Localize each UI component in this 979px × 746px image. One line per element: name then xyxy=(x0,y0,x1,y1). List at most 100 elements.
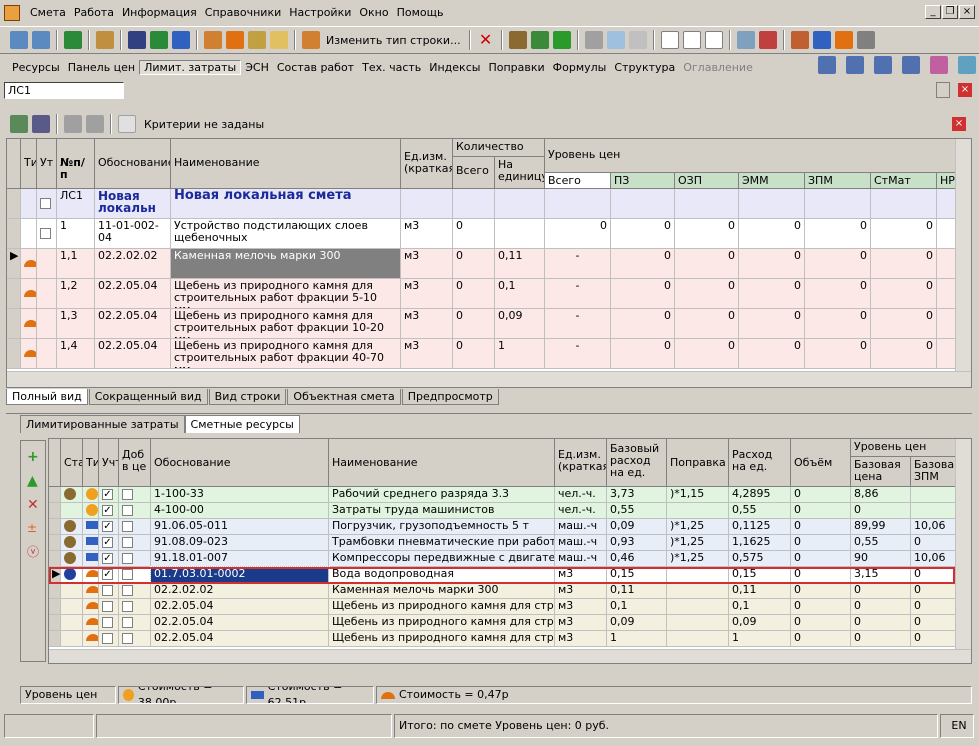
change-type-button[interactable]: Изменить тип строки... xyxy=(322,34,465,47)
row-name[interactable]: Трамбовки пневматические при работе от п xyxy=(329,535,555,551)
row-name[interactable]: Каменная мелочь марки 300 xyxy=(329,583,555,599)
sort-icon[interactable] xyxy=(902,56,920,74)
layers-icon[interactable] xyxy=(930,56,948,74)
row-include[interactable] xyxy=(99,615,119,631)
row-base-rate[interactable]: 0,93 xyxy=(607,535,667,551)
row-correction[interactable] xyxy=(667,503,729,519)
undo-icon[interactable] xyxy=(172,31,190,49)
row-name[interactable]: Рабочий среднего разряда 3.3 xyxy=(329,487,555,503)
menu-smeta[interactable]: Смета xyxy=(26,0,70,26)
row-include[interactable] xyxy=(99,631,119,647)
row-basis[interactable]: 4-100-00 xyxy=(151,503,329,519)
vertical-scrollbar[interactable] xyxy=(955,439,971,649)
save-icon[interactable] xyxy=(128,31,146,49)
close-doc-icon[interactable]: × xyxy=(958,83,972,97)
row-add-price[interactable] xyxy=(119,487,151,503)
row-name[interactable]: Щебень из природного камня для строитель xyxy=(329,599,555,615)
collapse-icon[interactable] xyxy=(32,115,50,133)
include-checkbox[interactable] xyxy=(102,616,113,628)
tab-composition[interactable]: Состав работ xyxy=(273,61,358,74)
delete-icon[interactable]: ✕ xyxy=(477,31,495,49)
row-include[interactable] xyxy=(37,279,57,309)
row-basis[interactable]: 02.2.05.04 xyxy=(95,309,171,339)
horizontal-scrollbar[interactable] xyxy=(49,649,971,663)
add-price-checkbox[interactable] xyxy=(122,600,133,612)
row-include[interactable] xyxy=(37,189,57,219)
up-arrow-icon[interactable]: ▲ xyxy=(27,473,39,489)
search-icon[interactable] xyxy=(96,31,114,49)
row-add-price[interactable] xyxy=(119,503,151,519)
add-price-checkbox[interactable] xyxy=(122,520,133,532)
row-include[interactable] xyxy=(37,249,57,279)
row-name[interactable]: Погрузчик, грузоподъемность 5 т xyxy=(329,519,555,535)
row-include[interactable] xyxy=(99,551,119,567)
row-qty-unit[interactable]: 1 xyxy=(495,339,545,369)
row-name[interactable]: Щебень из природного камня для строитель xyxy=(329,615,555,631)
row-basis[interactable]: 02.2.05.04 xyxy=(95,339,171,369)
row-basis[interactable]: Новая локальн xyxy=(95,189,171,219)
refresh-icon[interactable] xyxy=(150,31,168,49)
tab-tech[interactable]: Тех. часть xyxy=(358,61,425,74)
tab-corrections[interactable]: Поправки xyxy=(484,61,548,74)
row-correction[interactable]: )*1,15 xyxy=(667,487,729,503)
row-correction[interactable] xyxy=(667,631,729,647)
row-name[interactable]: Затраты труда машинистов xyxy=(329,503,555,519)
row-include[interactable] xyxy=(37,219,57,249)
menu-work[interactable]: Работа xyxy=(70,0,118,26)
extra-icon[interactable] xyxy=(856,31,875,49)
paste-icon[interactable] xyxy=(628,31,647,49)
insert-row-icon[interactable] xyxy=(530,31,549,49)
add-price-checkbox[interactable] xyxy=(122,552,133,564)
row-base-rate[interactable]: 0,09 xyxy=(607,615,667,631)
row-add-price[interactable] xyxy=(119,631,151,647)
row-correction[interactable] xyxy=(667,615,729,631)
menu-directories[interactable]: Справочники xyxy=(201,0,285,26)
row-basis[interactable]: 02.2.05.04 xyxy=(95,279,171,309)
document-field[interactable]: ЛС1 xyxy=(4,82,124,99)
row-qty-unit[interactable] xyxy=(495,189,545,219)
row-add-price[interactable] xyxy=(119,599,151,615)
close-filter-icon[interactable]: × xyxy=(952,117,966,131)
include-checkbox[interactable] xyxy=(102,632,113,644)
up-icon[interactable] xyxy=(64,115,82,133)
material-icon[interactable] xyxy=(226,31,244,49)
filter-icon[interactable] xyxy=(118,115,136,133)
pile-icon[interactable] xyxy=(834,31,853,49)
tab-price-panel[interactable]: Панель цен xyxy=(64,61,139,74)
view-tab[interactable]: Полный вид xyxy=(6,389,88,405)
row-add-price[interactable] xyxy=(119,583,151,599)
view-tab[interactable]: Предпросмотр xyxy=(401,389,499,405)
row-correction[interactable]: )*1,25 xyxy=(667,535,729,551)
ls-icon[interactable] xyxy=(660,31,679,49)
row-name[interactable]: Щебень из природного камня для строитель… xyxy=(171,339,401,369)
row-basis[interactable]: 02.2.05.04 xyxy=(151,599,329,615)
include-checkbox[interactable] xyxy=(102,504,113,516)
row-name[interactable]: Щебень из природного камня для строитель… xyxy=(171,309,401,339)
add-price-checkbox[interactable] xyxy=(122,616,133,628)
tab-structure[interactable]: Структура xyxy=(610,61,679,74)
tools-icon[interactable] xyxy=(204,31,222,49)
include-checkbox[interactable] xyxy=(40,197,51,209)
row-add-price[interactable] xyxy=(119,615,151,631)
resource-tab[interactable]: Сметные ресурсы xyxy=(184,415,300,433)
row-basis[interactable]: 91.06.05-011 xyxy=(151,519,329,535)
menu-info[interactable]: Информация xyxy=(118,0,201,26)
tab-resources[interactable]: Ресурсы xyxy=(8,61,64,74)
row-name[interactable]: Компрессоры передвижные с двигателем в xyxy=(329,551,555,567)
clear-icon[interactable]: ⓥ xyxy=(27,543,39,560)
add-icon[interactable] xyxy=(248,31,266,49)
app-icon[interactable] xyxy=(4,5,20,21)
row-include[interactable] xyxy=(99,503,119,519)
include-checkbox[interactable] xyxy=(102,536,113,548)
include-checkbox[interactable] xyxy=(102,584,113,596)
row-correction[interactable]: )*1,25 xyxy=(667,519,729,535)
restore-icon[interactable]: ❐ xyxy=(942,5,958,19)
menu-settings[interactable]: Настройки xyxy=(285,0,355,26)
tab-formulas[interactable]: Формулы xyxy=(549,61,611,74)
layers2-icon[interactable] xyxy=(958,56,976,74)
include-checkbox[interactable] xyxy=(102,552,113,564)
row-qty-unit[interactable]: 0,1 xyxy=(495,279,545,309)
include-checkbox[interactable] xyxy=(102,600,113,612)
include-checkbox[interactable] xyxy=(102,488,113,500)
add-row-icon[interactable]: + xyxy=(27,449,39,465)
